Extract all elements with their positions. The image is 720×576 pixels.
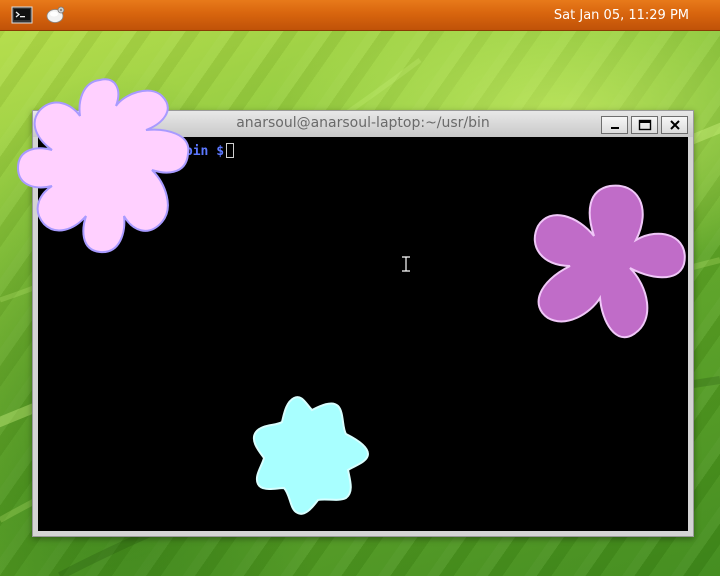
minimize-icon: [610, 127, 619, 129]
minimize-button[interactable]: [601, 116, 628, 134]
maximize-button[interactable]: [631, 116, 658, 134]
ibeam-cursor-icon: [402, 256, 410, 272]
panel-clock[interactable]: Sat Jan 05, 11:29 PM: [554, 8, 689, 23]
settings-launcher[interactable]: [44, 4, 68, 26]
maximize-icon: [638, 119, 651, 131]
prompt-symbol: $: [216, 144, 225, 159]
violet-flower-decoration: [533, 184, 686, 339]
close-icon: [669, 120, 680, 130]
settings-icon: [46, 6, 65, 23]
close-button[interactable]: [661, 116, 688, 134]
pink-flower-decoration: [16, 78, 190, 254]
top-panel: Sat Jan 05, 11:29 PM: [0, 0, 720, 31]
terminal-icon: [11, 6, 33, 24]
cyan-flower-decoration: [252, 396, 370, 515]
terminal-launcher[interactable]: [10, 4, 34, 26]
text-cursor: [226, 143, 235, 158]
